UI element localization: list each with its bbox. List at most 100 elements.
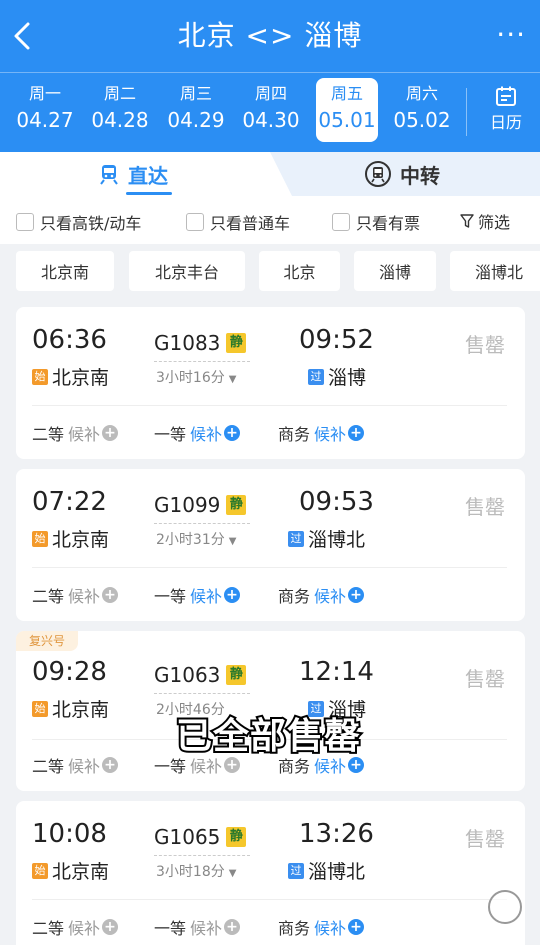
duration-text: 2小时31分 — [156, 532, 225, 548]
seat-status: 候补 — [68, 425, 101, 444]
seat-status: 候补 — [68, 587, 101, 606]
station-chip[interactable]: 淄博 — [354, 251, 436, 291]
duration[interactable]: 3小时16分 ▼ — [156, 367, 236, 387]
arrival-station: 过淄博 — [308, 363, 366, 390]
plus-icon[interactable]: + — [348, 757, 365, 773]
date-weekday: 周五 — [330, 84, 363, 103]
date-weekday: 周一 — [28, 84, 61, 103]
plus-icon[interactable]: + — [348, 425, 365, 441]
filter-bar: 只看高铁/动车 只看普通车 只看有票 筛选 — [0, 196, 540, 244]
station-chip[interactable]: 北京丰台 — [129, 251, 245, 291]
calendar-button[interactable]: 日历 — [476, 82, 536, 134]
origin-badge: 始 — [32, 700, 48, 717]
plus-icon[interactable]: + — [224, 757, 241, 773]
checkbox[interactable] — [16, 213, 34, 231]
floating-assistive-button[interactable] — [488, 890, 522, 924]
arrival-station-name: 淄博北 — [308, 861, 366, 883]
divider — [154, 693, 250, 694]
pass-badge: 过 — [288, 530, 304, 547]
date-value: 05.02 — [393, 108, 451, 132]
departure-time: 09:28 — [32, 657, 107, 687]
seat-class: 商务 — [278, 425, 311, 444]
plus-icon[interactable]: + — [102, 425, 119, 441]
seat-second-class[interactable]: 二等 候补 + — [32, 915, 119, 939]
date-item[interactable]: 周一 04.27 — [11, 78, 79, 142]
seat-status: 候补 — [68, 757, 101, 776]
tab-transfer[interactable]: 中转 — [364, 156, 440, 192]
filter-icon — [460, 214, 474, 228]
plus-icon[interactable]: + — [102, 757, 119, 773]
seat-second-class[interactable]: 二等 候补 + — [32, 583, 119, 607]
more-icon[interactable]: ··· — [496, 20, 526, 50]
divider — [32, 567, 507, 568]
caret-down-icon: ▼ — [228, 374, 237, 385]
origin-badge: 始 — [32, 530, 48, 547]
departure-time: 10:08 — [32, 819, 107, 849]
calendar-icon — [496, 86, 516, 106]
train-number: G1099 静 — [154, 493, 247, 517]
seat-business-class[interactable]: 商务 候补 + — [278, 583, 365, 607]
seat-class: 一等 — [154, 919, 187, 938]
seat-class: 一等 — [154, 425, 187, 444]
header: 北京 <> 淄博 ··· — [0, 0, 540, 72]
date-item[interactable]: 周三 04.29 — [162, 78, 230, 142]
filter-hsr-label: 只看高铁/动车 — [40, 214, 142, 233]
plus-icon[interactable]: + — [224, 919, 241, 935]
seat-business-class[interactable]: 商务 候补 + — [278, 421, 365, 445]
plus-icon[interactable]: + — [102, 587, 119, 603]
train-card[interactable]: 10:08 G1065 静 13:26 售罄 始北京南 3小时18分 ▼ 过淄博北 … — [16, 801, 525, 945]
seat-business-class[interactable]: 商务 候补 + — [278, 915, 365, 939]
filter-available-checkbox[interactable]: 只看有票 — [332, 210, 420, 234]
train-number: G1063 静 — [154, 663, 247, 687]
station-chip[interactable]: 北京 — [259, 251, 340, 291]
quiet-car-badge: 静 — [226, 495, 247, 515]
seat-status: 候补 — [190, 587, 223, 606]
seat-status: 候补 — [68, 919, 101, 938]
seat-first-class[interactable]: 一等 候补 + — [154, 421, 241, 445]
train-number: G1083 静 — [154, 331, 247, 355]
duration[interactable]: 2小时31分 ▼ — [156, 529, 236, 549]
checkbox[interactable] — [186, 213, 204, 231]
train-number-text: G1099 — [154, 493, 221, 517]
station-chip[interactable]: 北京南 — [16, 251, 114, 291]
filter-button[interactable]: 筛选 — [460, 209, 510, 233]
date-item[interactable]: 周六 05.02 — [388, 78, 456, 142]
seat-second-class[interactable]: 二等 候补 + — [32, 421, 119, 445]
departure-station: 始北京南 — [32, 695, 109, 722]
seat-second-class[interactable]: 二等 候补 + — [32, 753, 119, 777]
plus-icon[interactable]: + — [348, 587, 365, 603]
date-value: 04.30 — [242, 108, 300, 132]
seat-first-class[interactable]: 一等 候补 + — [154, 583, 241, 607]
origin-badge: 始 — [32, 862, 48, 879]
status-sold-out: 售罄 — [465, 667, 505, 691]
train-card[interactable]: 07:22 G1099 静 09:53 售罄 始北京南 2小时31分 ▼ 过淄博北 … — [16, 469, 525, 621]
date-item[interactable]: 周四 04.30 — [237, 78, 305, 142]
plus-icon[interactable]: + — [224, 425, 241, 441]
caret-down-icon: ▼ — [228, 868, 237, 879]
filter-normal-label: 只看普通车 — [210, 214, 291, 233]
departure-time: 07:22 — [32, 487, 107, 517]
date-value: 04.29 — [167, 108, 225, 132]
station-chip[interactable]: 淄博北 — [450, 251, 540, 291]
plus-icon[interactable]: + — [102, 919, 119, 935]
plus-icon[interactable]: + — [224, 587, 241, 603]
seat-first-class[interactable]: 一等 候补 + — [154, 915, 241, 939]
date-item-selected[interactable]: 周五 05.01 — [316, 78, 378, 142]
departure-station-name: 北京南 — [52, 367, 110, 389]
duration[interactable]: 3小时18分 ▼ — [156, 861, 236, 881]
date-weekday: 周四 — [254, 84, 287, 103]
seat-class: 二等 — [32, 919, 65, 938]
filter-normal-checkbox[interactable]: 只看普通车 — [186, 210, 290, 234]
video-subtitle: 已全部售罄 — [174, 714, 362, 759]
tab-transfer-label: 中转 — [400, 163, 440, 188]
checkbox[interactable] — [332, 213, 350, 231]
seat-status: 候补 — [314, 919, 347, 938]
filter-hsr-checkbox[interactable]: 只看高铁/动车 — [16, 210, 141, 234]
plus-icon[interactable]: + — [348, 919, 365, 935]
tab-direct[interactable]: 直达 — [98, 156, 168, 192]
train-card[interactable]: 06:36 G1083 静 09:52 售罄 始北京南 3小时16分 ▼ 过淄博 二… — [16, 307, 525, 459]
seat-class: 二等 — [32, 757, 65, 776]
date-item[interactable]: 周二 04.28 — [86, 78, 154, 142]
arrival-time: 09:53 — [299, 487, 374, 517]
train-number-text: G1063 — [154, 663, 221, 687]
